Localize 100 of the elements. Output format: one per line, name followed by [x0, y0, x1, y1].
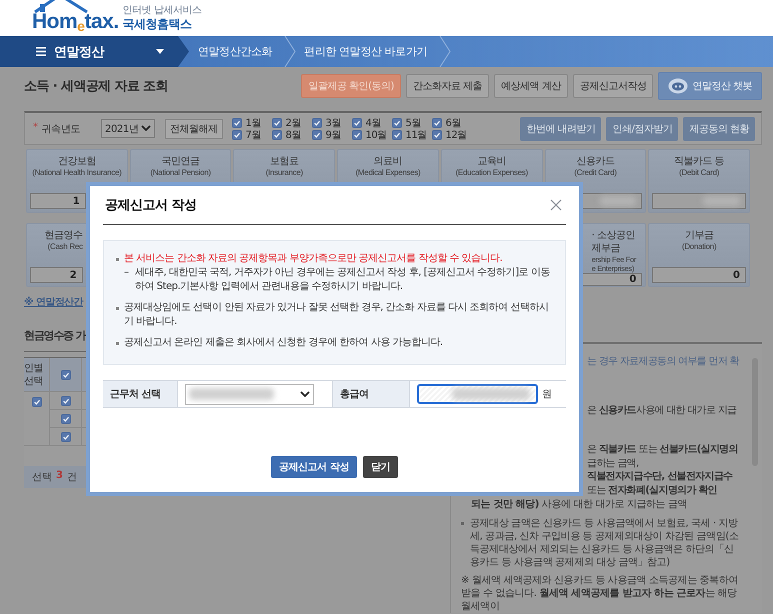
close-icon[interactable]: [550, 199, 562, 211]
site-name: 국세청홈택스: [122, 18, 193, 30]
action-button[interactable]: 한번에 내려받기: [520, 116, 602, 140]
month-label: 8월: [286, 128, 301, 142]
bullet-icon: [116, 258, 119, 261]
checkbox[interactable]: [60, 414, 70, 424]
field-label: 귀속년도: [42, 122, 80, 136]
card-title: · 소상공인: [592, 229, 635, 242]
card-title: 기부금: [684, 229, 714, 242]
notice-text: 세대주, 대한민국 국적, 거주자가 아닌 경우에는 공제신고서 작성 후, [공제신고서 수정하기]로 이동하여 Step.기본사항 입력에서 관련내용을 수정하시기 바랍니다.: [135, 266, 551, 294]
chevron-divider: [439, 36, 451, 67]
notice-text: 공제대상임에도 선택이 안된 자료가 있거나 잘못 선택한 경우, 간소화 자료를 다시 조회하여 선택하시기 바랍니다.: [124, 301, 550, 329]
toolbar-button[interactable]: 공제신고서작성: [572, 74, 654, 98]
month-label: 4월: [366, 116, 381, 130]
checkbox[interactable]: [312, 130, 322, 140]
notice-text: 공제신고서 온라인 제출은 회사에서 신청한 경우에 한하여 사용 가능합니다.: [124, 336, 443, 350]
checkbox[interactable]: [272, 130, 282, 140]
checkbox[interactable]: [392, 118, 402, 128]
chevron-divider: [178, 36, 190, 67]
text-line: 은 직불카드 또는 선불카드(실지명의: [587, 443, 739, 456]
card-subtitle: (Cash Rec: [48, 242, 83, 251]
checkbox[interactable]: [352, 130, 362, 140]
chevron-down-icon: [300, 388, 310, 400]
paragraph: 공제대상 금액은 신용카드 등 사용금액에서 보험료, 국세 · 지방세, 공과금, 신차 구입비용 등 공제제외대상이 차감된 금액임(소득공제대상에서 제외되는 신용카드 등 사용금액은 하단의「신용카드 등 사용금액 공제제외 대상 금액」참고): [470, 517, 740, 569]
submit-button[interactable]: 공제신고서 작성: [270, 456, 358, 478]
card-subtitle: (Medical Expenses): [356, 168, 420, 177]
action-button[interactable]: 제공동의 현황: [683, 116, 755, 140]
dash-mark: –: [124, 266, 129, 280]
checkbox[interactable]: [232, 118, 242, 128]
card-subtitle: (Insurance): [266, 168, 303, 177]
paragraph: ※ 월세액 세액공제와 신용카드 등 사용금액 소득공제는 중복하여 받을 수 없습니다. 월세액 세액공제를 받고자 하는 근로자는 해당 월세액이: [461, 574, 740, 613]
checkbox[interactable]: [432, 118, 442, 128]
menu-icon: [36, 47, 46, 56]
card-title: 국민연금: [162, 155, 200, 168]
dialog-title: 공제신고서 작성: [105, 197, 197, 214]
action-button[interactable]: 인쇄/점자받기: [606, 116, 678, 140]
close-button[interactable]: 닫기: [363, 456, 398, 478]
breadcrumb-link[interactable]: 연말정산간소화: [190, 44, 284, 59]
card-subtitle: (National Health Insurance): [32, 168, 122, 177]
text-line: 은 신용카드사용에 대한 대가로 지급: [587, 404, 738, 417]
year-select[interactable]: 2021년: [101, 119, 155, 138]
toggle-months-button[interactable]: 전체월해제: [165, 118, 222, 138]
checkbox[interactable]: [32, 397, 42, 407]
amount-field: 0: [652, 267, 746, 283]
logo-tagline: 인터넷 납세서비스: [122, 6, 202, 16]
paragraph: 되는 것만 해당) 사용에 대한 대가로 지급하는 금액: [470, 498, 688, 511]
month-label: 7월: [246, 128, 261, 142]
toolbar-button[interactable]: 간소화자료 제출: [406, 74, 490, 98]
selected-label: 선택: [32, 471, 52, 484]
card-title: 교육비: [477, 155, 506, 168]
card-subtitle: (National Pension): [150, 168, 211, 177]
bullet-icon: [116, 342, 119, 345]
card-subtitle: (Education Expenses): [456, 168, 528, 177]
bullet-icon: [116, 307, 119, 310]
card-subtitle: (Debit Card): [679, 168, 720, 177]
card-title: 건강보험: [58, 155, 96, 168]
checkbox[interactable]: [432, 130, 442, 140]
card-title: 의료비: [374, 155, 402, 168]
toolbar-button[interactable]: 예상세액 계산: [494, 74, 568, 98]
card-title: 현금영수: [44, 229, 83, 242]
month-label: 3월: [326, 116, 341, 130]
text-line: 또는 전자화폐(실지명의가 확인: [587, 484, 718, 497]
breadcrumb-link[interactable]: 편리한 연말정산 바로가기: [296, 44, 439, 59]
caret-icon: [156, 49, 164, 54]
chevron-divider: [284, 36, 296, 67]
chatbot-button[interactable]: 연말정산 챗봇: [658, 72, 762, 100]
checkbox[interactable]: [60, 370, 70, 380]
card-title: 직불카드 등: [674, 155, 724, 168]
required-mark: *: [33, 122, 38, 134]
column-header: 인별 선택: [24, 358, 50, 392]
selected-count: 3: [56, 470, 63, 483]
checkbox[interactable]: [60, 396, 70, 406]
salary-input[interactable]: [417, 384, 538, 404]
amount-field: 2: [30, 267, 83, 283]
checkbox[interactable]: [312, 118, 322, 128]
logo-wordmark: Hom$_{e}$tax.: [32, 10, 119, 33]
checkbox[interactable]: [60, 432, 70, 442]
text-line: 직불전자지급수단, 선불전자지급수: [587, 470, 734, 484]
notice-text: 본 서비스는 간소화 자료의 공제항목과 부양가족으로만 공제신고서를 작성할 수 있습니다.: [124, 252, 502, 266]
month-label: 10월: [366, 128, 387, 142]
month-label: 5월: [406, 116, 421, 130]
checkbox[interactable]: [272, 118, 282, 128]
card-subtitle: (Credit Card): [574, 168, 617, 177]
chevron-down-icon: [141, 123, 151, 134]
text-line: 는 경우 자료제공동의 여부를 먼저 확: [587, 355, 740, 368]
month-label: 12월: [446, 128, 467, 142]
checkbox[interactable]: [352, 118, 362, 128]
unit-label: 원: [542, 388, 552, 401]
month-label: 9월: [326, 128, 341, 142]
month-label: 6월: [446, 116, 461, 130]
month-label: 11월: [406, 128, 427, 142]
card-title: 제부금: [592, 242, 620, 255]
checkbox[interactable]: [392, 130, 402, 140]
checkbox[interactable]: [232, 130, 242, 140]
amount-field: 1: [30, 193, 86, 209]
selected-unit: 건: [66, 471, 77, 484]
robot-icon: [668, 78, 688, 94]
card-subtitle: (Donation): [682, 242, 716, 251]
bullet-icon: [461, 522, 464, 525]
page-title: 소득 · 세액공제 자료 조회: [24, 78, 168, 95]
